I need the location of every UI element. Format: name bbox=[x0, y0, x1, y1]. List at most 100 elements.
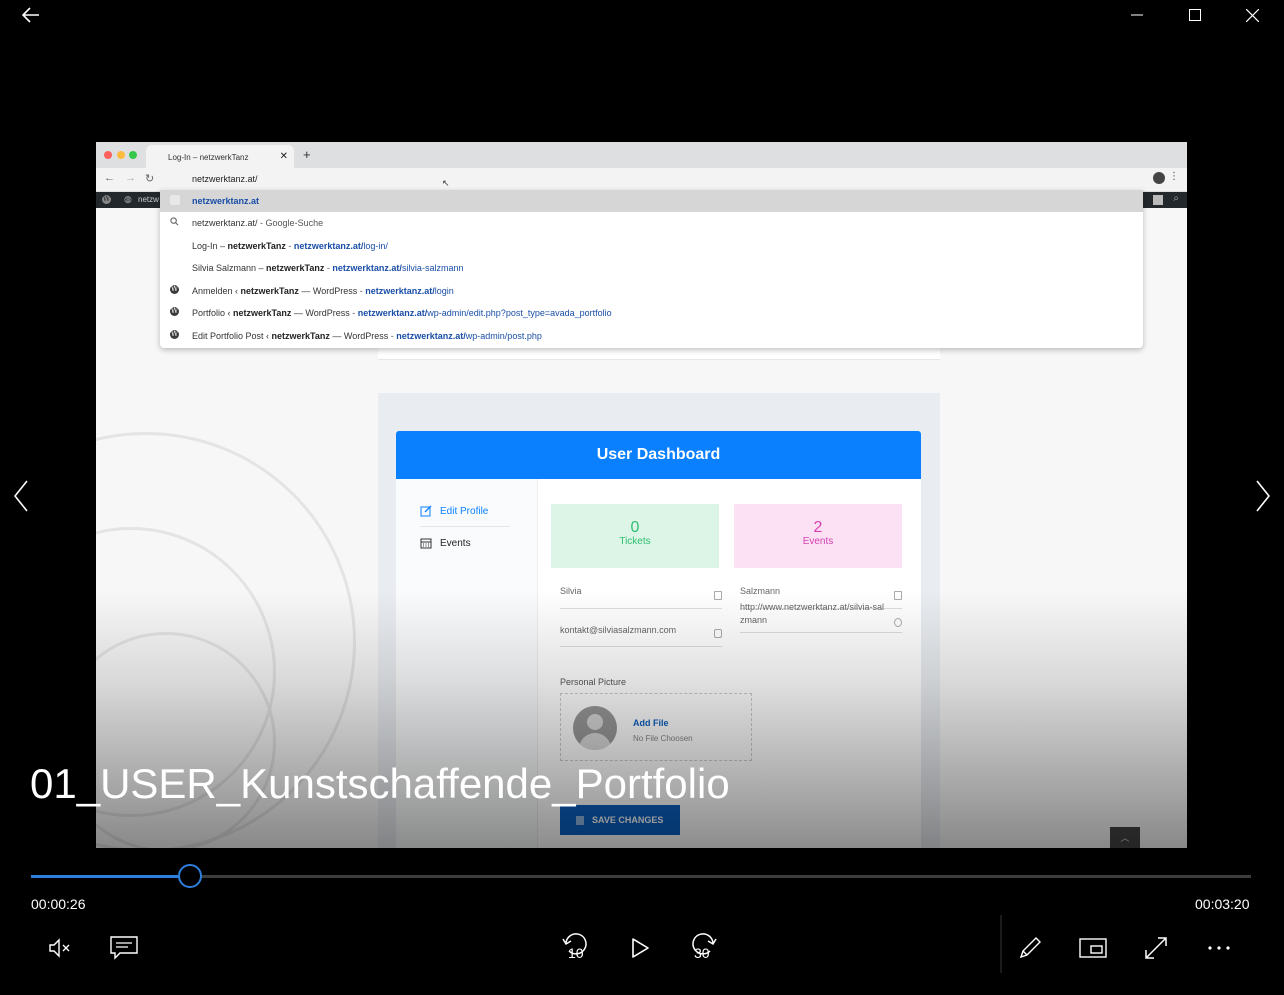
website-field: http://www.netzwerktanz.at/silvia-salzma… bbox=[740, 599, 902, 633]
browser-tabstrip: Log-In – netzwerkTanz ✕ + bbox=[96, 142, 1187, 168]
id-card-icon bbox=[714, 591, 722, 600]
tab-close-icon: ✕ bbox=[279, 151, 288, 162]
profile-icon bbox=[1153, 172, 1165, 184]
close-button[interactable] bbox=[1229, 0, 1275, 30]
menu-edit-profile: Edit Profile bbox=[420, 505, 488, 517]
video-frame[interactable]: Log-In – netzwerkTanz ✕ + ← → ↻ netzwerk… bbox=[96, 142, 1187, 848]
reload-icon: ↻ bbox=[145, 173, 155, 185]
chevron-right-icon bbox=[1256, 480, 1270, 512]
maximize-icon bbox=[1189, 9, 1201, 21]
browser-toolbar: ← → ↻ netzwerktanz.at/ ↖ ⋮ bbox=[96, 168, 1187, 192]
first-name-field: Silvia bbox=[560, 585, 722, 609]
mouse-cursor-icon: ↖ bbox=[442, 178, 450, 188]
suggestion-item: Silvia Salzmann – netzwerkTanz - netzwer… bbox=[192, 263, 464, 273]
close-dot-icon bbox=[104, 151, 112, 159]
browser-back-icon: ← bbox=[104, 172, 115, 184]
minimize-dot-icon bbox=[117, 151, 125, 159]
tickets-label: Tickets bbox=[619, 536, 651, 547]
new-tab-icon: + bbox=[303, 147, 311, 162]
mail-icon bbox=[714, 629, 722, 638]
next-button[interactable] bbox=[1250, 478, 1276, 514]
arrow-left-icon bbox=[22, 7, 39, 23]
fullscreen-icon bbox=[1145, 937, 1167, 959]
wordpress-icon: W bbox=[170, 330, 179, 339]
globe-icon bbox=[894, 618, 902, 627]
play-button[interactable] bbox=[620, 928, 660, 968]
events-label: Events bbox=[802, 536, 834, 547]
dashboard-icon: ◍ bbox=[124, 194, 132, 204]
minimize-icon bbox=[1131, 14, 1143, 16]
maximize-button[interactable] bbox=[1172, 0, 1218, 30]
total-time: 00:03:20 bbox=[1195, 896, 1250, 912]
chevron-left-icon bbox=[14, 480, 28, 512]
email-field: kontakt@silviasalzmann.com bbox=[560, 621, 722, 647]
add-file-label: Add File bbox=[633, 718, 669, 728]
menu-dots-icon: ⋮ bbox=[1169, 171, 1179, 182]
seek-bar[interactable] bbox=[31, 864, 1251, 888]
page-icon bbox=[170, 195, 180, 205]
suggestion-item: Log-In – netzwerkTanz - netzwerktanz.at/… bbox=[192, 241, 388, 251]
mini-view-icon bbox=[1079, 938, 1107, 958]
events-card: 2 Events bbox=[734, 504, 902, 568]
file-upload-area: Add File No File Choosen bbox=[560, 693, 752, 761]
menu-edit-profile-label: Edit Profile bbox=[440, 505, 489, 517]
seek-thumb[interactable] bbox=[177, 864, 202, 888]
events-count: 2 bbox=[813, 519, 823, 536]
tickets-card: 0 Tickets bbox=[551, 504, 719, 568]
menu-divider bbox=[420, 526, 510, 527]
wordpress-icon: W bbox=[102, 195, 111, 204]
video-title: 01_USER_Kunstschaffende_Portfolio bbox=[30, 760, 730, 807]
skip-forward-label: 30 bbox=[694, 945, 710, 961]
captions-icon bbox=[110, 936, 138, 960]
edit-icon bbox=[420, 505, 432, 517]
avatar-placeholder-icon bbox=[573, 706, 617, 750]
current-time: 00:00:26 bbox=[31, 896, 86, 912]
back-button[interactable] bbox=[8, 0, 54, 30]
suggestion-item: W Anmelden ‹ netzwerkTanz — WordPress - … bbox=[170, 285, 454, 296]
dashboard-title: User Dashboard bbox=[396, 431, 921, 479]
menu-events: Events bbox=[420, 537, 471, 549]
more-dots-icon bbox=[1208, 946, 1230, 950]
previous-button[interactable] bbox=[8, 478, 34, 514]
fullscreen-button[interactable] bbox=[1136, 928, 1176, 968]
seek-progress bbox=[31, 875, 190, 878]
browser-forward-icon: → bbox=[125, 172, 136, 184]
close-icon bbox=[1245, 8, 1259, 22]
minimize-button[interactable] bbox=[1114, 0, 1160, 30]
page-header-strip bbox=[378, 348, 940, 360]
suggestion-item: netzwerktanz.at bbox=[160, 190, 1143, 212]
menu-events-label: Events bbox=[440, 537, 471, 549]
mini-view-button[interactable] bbox=[1073, 928, 1113, 968]
suggestion-item: W Portfolio ‹ netzwerkTanz — WordPress -… bbox=[170, 307, 612, 318]
scroll-to-top-icon: ︿ bbox=[1110, 827, 1140, 848]
pencil-icon bbox=[1019, 937, 1041, 959]
skip-forward-button[interactable]: 30 bbox=[683, 928, 723, 968]
wordpress-icon: W bbox=[170, 285, 179, 294]
save-changes-button: SAVE CHANGES bbox=[560, 805, 680, 835]
mute-button[interactable] bbox=[40, 928, 80, 968]
play-icon bbox=[632, 938, 649, 958]
captions-button[interactable] bbox=[104, 928, 144, 968]
tab-title: Log-In – netzwerkTanz bbox=[168, 153, 249, 162]
tickets-count: 0 bbox=[630, 519, 640, 536]
zoom-dot-icon bbox=[129, 151, 137, 159]
wordpress-icon: W bbox=[170, 307, 179, 316]
skip-back-button[interactable]: 10 bbox=[556, 928, 596, 968]
toolbar-divider bbox=[1000, 915, 1002, 973]
address-bar-text: netzwerktanz.at/ bbox=[192, 174, 258, 184]
skip-back-label: 10 bbox=[568, 945, 584, 961]
suggestion-item: netzwerktanz.at/ - Google-Suche bbox=[160, 212, 1143, 234]
calendar-icon bbox=[420, 538, 432, 549]
personal-picture-label: Personal Picture bbox=[560, 677, 627, 687]
autocomplete-dropdown: netzwerktanz.at netzwerktanz.at/ - Googl… bbox=[160, 190, 1143, 348]
wp-search-icon: ⌕ bbox=[1173, 193, 1179, 204]
browser-tab: Log-In – netzwerkTanz ✕ bbox=[146, 145, 294, 168]
save-icon bbox=[576, 815, 584, 825]
search-icon bbox=[170, 217, 180, 227]
more-options-button[interactable] bbox=[1199, 928, 1239, 968]
edit-button[interactable] bbox=[1010, 928, 1050, 968]
wp-bar-site-label: netzw bbox=[138, 195, 159, 204]
no-file-label: No File Choosen bbox=[633, 734, 693, 743]
wp-avatar-icon bbox=[1153, 195, 1163, 205]
suggestion-item: W Edit Portfolio Post ‹ netzwerkTanz — W… bbox=[170, 330, 542, 341]
